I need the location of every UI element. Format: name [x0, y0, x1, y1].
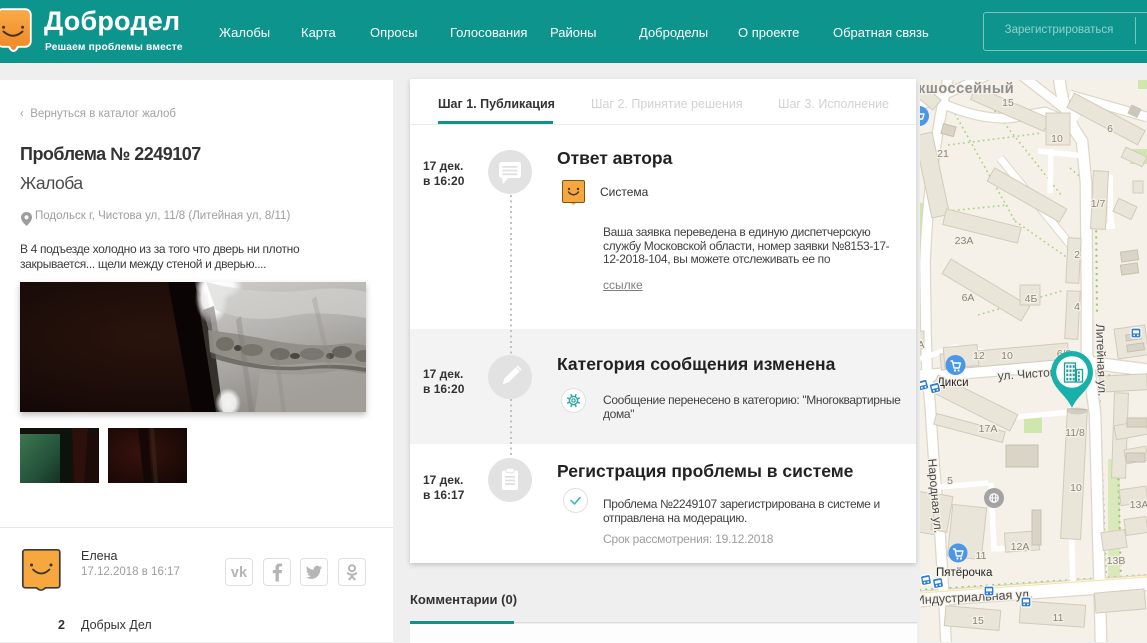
svg-text:11: 11 — [1053, 612, 1064, 624]
svg-text:10: 10 — [1001, 350, 1013, 362]
svg-text:vk: vk — [231, 565, 248, 581]
svg-text:2: 2 — [1074, 249, 1080, 261]
svg-text:Дикси: Дикси — [937, 377, 969, 389]
svg-text:10: 10 — [1070, 482, 1082, 494]
svg-text:6: 6 — [1107, 123, 1113, 135]
svg-text:21: 21 — [937, 148, 949, 160]
svg-text:17А: 17А — [979, 423, 998, 435]
svg-text:13А: 13А — [1130, 499, 1147, 511]
svg-text:кшоссейный: кшоссейный — [920, 81, 1014, 97]
svg-text:А: А — [920, 339, 925, 351]
svg-text:Пятёрочка: Пятёрочка — [936, 567, 993, 579]
svg-text:12: 12 — [973, 350, 985, 362]
svg-text:10: 10 — [1051, 133, 1063, 145]
svg-text:5: 5 — [947, 475, 953, 487]
svg-text:15: 15 — [972, 615, 984, 627]
svg-text:15: 15 — [1002, 97, 1014, 109]
svg-text:Литейная ул.: Литейная ул. — [1093, 324, 1110, 397]
svg-text:4Б: 4Б — [1025, 293, 1038, 305]
svg-text:1/7: 1/7 — [1091, 198, 1106, 210]
svg-text:4: 4 — [1074, 301, 1080, 313]
svg-text:11: 11 — [976, 550, 987, 562]
svg-text:23А: 23А — [955, 235, 974, 247]
svg-text:12А: 12А — [1011, 541, 1030, 553]
svg-text:6А: 6А — [962, 292, 975, 304]
svg-text:13В: 13В — [1107, 555, 1126, 567]
svg-text:11/8: 11/8 — [1065, 427, 1085, 439]
